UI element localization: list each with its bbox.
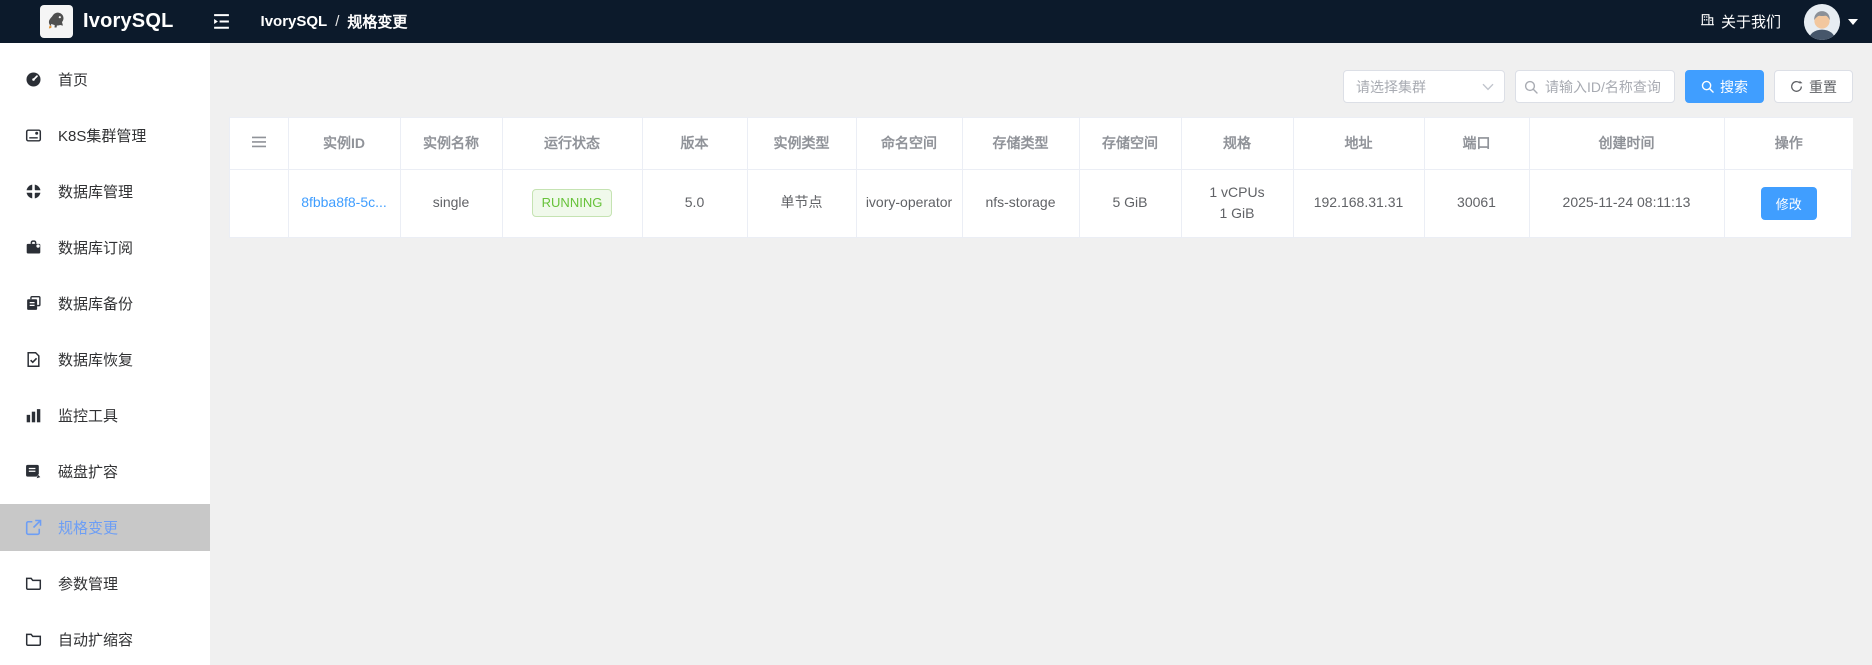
segmented-circle-icon (24, 183, 42, 201)
cell-status: RUNNING (502, 169, 643, 237)
column-header-status: 运行状态 (502, 118, 643, 170)
sidebar-item-label: 监控工具 (58, 408, 119, 425)
cell-created-at: 2025-11-24 08:11:13 (1529, 169, 1725, 237)
top-navbar: IvorySQL IvorySQL / 规格变更 关于我们 (0, 0, 1872, 43)
column-header-storage-size: 存储空间 (1079, 118, 1182, 170)
search-input[interactable] (1545, 78, 1666, 95)
search-icon (1701, 80, 1714, 93)
breadcrumb-current: 规格变更 (347, 14, 408, 31)
cluster-select[interactable]: 请选择集群 (1343, 70, 1505, 103)
cluster-card-icon (24, 127, 42, 145)
copy-document-icon (24, 295, 42, 313)
sidebar-item-database-backup[interactable]: 数据库备份 (0, 280, 210, 327)
sidebar-item-database-subscribe[interactable]: 数据库订阅 (0, 224, 210, 271)
column-header-port: 端口 (1424, 118, 1530, 170)
sidebar-item-label: 数据库恢复 (58, 352, 134, 369)
sidebar-item-label: K8S集群管理 (58, 128, 147, 145)
sidebar-item-label: 首页 (58, 72, 89, 89)
document-check-icon (24, 351, 42, 369)
reset-button[interactable]: 重置 (1774, 70, 1853, 103)
sidebar-item-spec-change[interactable]: 规格变更 (0, 504, 210, 551)
cell-port: 30061 (1424, 169, 1530, 237)
column-header-version: 版本 (642, 118, 748, 170)
reset-button-label: 重置 (1809, 78, 1837, 95)
table-header-row: 实例ID 实例名称 运行状态 版本 实例类型 命名空间 存储类型 存储空间 规格 地址 端口 创建时间… (230, 118, 1853, 170)
search-icon (1524, 80, 1538, 94)
column-header-namespace: 命名空间 (856, 118, 963, 170)
spec-value: 1 vCPUs 1 GiB (1209, 183, 1265, 222)
sidebar-item-label: 参数管理 (58, 576, 119, 593)
modify-button[interactable]: 修改 (1760, 186, 1817, 220)
cell-namespace: ivory-operator (856, 169, 963, 237)
sidebar-item-param-manage[interactable]: 参数管理 (0, 560, 210, 607)
cell-version: 5.0 (642, 169, 748, 237)
main-content: 请选择集群 搜索 重置 实例ID实例名称运行状态版本 (210, 43, 1872, 665)
search-field (1515, 70, 1675, 103)
column-header-address: 地址 (1293, 118, 1425, 170)
about-us-label: 关于我们 (1720, 14, 1781, 31)
status-badge: RUNNING (531, 189, 613, 218)
expand-rows-icon[interactable] (251, 136, 266, 148)
cell-action: 修改 (1724, 169, 1853, 237)
sidebar-item-label: 磁盘扩容 (58, 464, 119, 481)
instances-table: 实例ID 实例名称 运行状态 版本 实例类型 命名空间 存储类型 存储空间 规格 地址 端口 创建时间… (229, 117, 1853, 238)
sidebar-item-label: 自动扩缩容 (58, 632, 134, 649)
cell-instance-id: 8fbba8f8-5c... (288, 169, 401, 237)
filter-bar: 请选择集群 搜索 重置 (1343, 70, 1853, 103)
cell-address: 192.168.31.31 (1293, 169, 1425, 237)
app-title: IvorySQL (83, 10, 174, 32)
column-header-instance-type: 实例类型 (747, 118, 857, 170)
sidebar-item-label: 数据库备份 (58, 296, 134, 313)
cell-spec: 1 vCPUs 1 GiB (1181, 169, 1294, 237)
elephant-logo-icon (44, 7, 70, 36)
sidebar: 首页 K8S集群管理 数据库管理数据库订阅数据库备份数据库恢复监控工具磁盘扩容规格变… (0, 43, 210, 665)
cell-storage-size: 5 GiB (1079, 169, 1182, 237)
folder-icon (24, 631, 42, 649)
column-header-instance-id: 实例ID (288, 118, 401, 170)
refresh-icon (1790, 80, 1803, 93)
about-us-button[interactable]: 关于我们 (1700, 11, 1781, 32)
breadcrumb-separator: / (335, 13, 340, 30)
sidebar-item-k8s-cluster[interactable]: K8S集群管理 (0, 112, 210, 159)
sidebar-item-label: 规格变更 (58, 520, 119, 537)
chevron-down-icon (1482, 83, 1494, 91)
building-icon (1700, 12, 1715, 31)
column-header-created-at: 创建时间 (1529, 118, 1725, 170)
sidebar-item-auto-scale[interactable]: 自动扩缩容 (0, 616, 210, 663)
external-link-icon (24, 519, 42, 537)
folder-icon (24, 575, 42, 593)
dashboard-icon (24, 71, 42, 89)
bar-chart-icon (24, 407, 42, 425)
sidebar-item-home[interactable]: 首页 (0, 56, 210, 103)
search-button-label: 搜索 (1720, 78, 1748, 95)
app-logo[interactable] (40, 5, 73, 38)
cell-expand (230, 169, 289, 237)
menu-fold-icon[interactable] (212, 13, 231, 30)
cluster-select-placeholder: 请选择集群 (1356, 78, 1426, 95)
sidebar-item-database-manage[interactable]: 数据库管理 (0, 168, 210, 215)
breadcrumb-root[interactable]: IvorySQL (261, 13, 328, 30)
cell-instance-type: 单节点 (747, 169, 857, 237)
disk-edit-icon (24, 463, 42, 481)
search-button[interactable]: 搜索 (1685, 70, 1764, 103)
column-header-action: 操作 (1724, 118, 1853, 170)
column-header-instance-name: 实例名称 (400, 118, 503, 170)
cell-storage-type: nfs-storage (962, 169, 1080, 237)
instance-id-link[interactable]: 8fbba8f8-5c... (301, 194, 387, 210)
sidebar-item-monitor-tools[interactable]: 监控工具 (0, 392, 210, 439)
sidebar-item-disk-expand[interactable]: 磁盘扩容 (0, 448, 210, 495)
sidebar-item-label: 数据库订阅 (58, 240, 134, 257)
sidebar-item-database-restore[interactable]: 数据库恢复 (0, 336, 210, 383)
column-header-expand (230, 118, 289, 170)
sidebar-item-label: 数据库管理 (58, 184, 134, 201)
chevron-down-icon[interactable] (1848, 18, 1858, 25)
briefcase-icon (24, 239, 42, 257)
column-header-spec: 规格 (1181, 118, 1294, 170)
cell-instance-name: single (400, 169, 503, 237)
column-header-storage-type: 存储类型 (962, 118, 1080, 170)
table-row: 8fbba8f8-5c... single RUNNING 5.0 单节点 ivory-o… (230, 169, 1853, 237)
user-avatar[interactable] (1803, 3, 1841, 41)
breadcrumb: IvorySQL / 规格变更 (261, 11, 408, 32)
